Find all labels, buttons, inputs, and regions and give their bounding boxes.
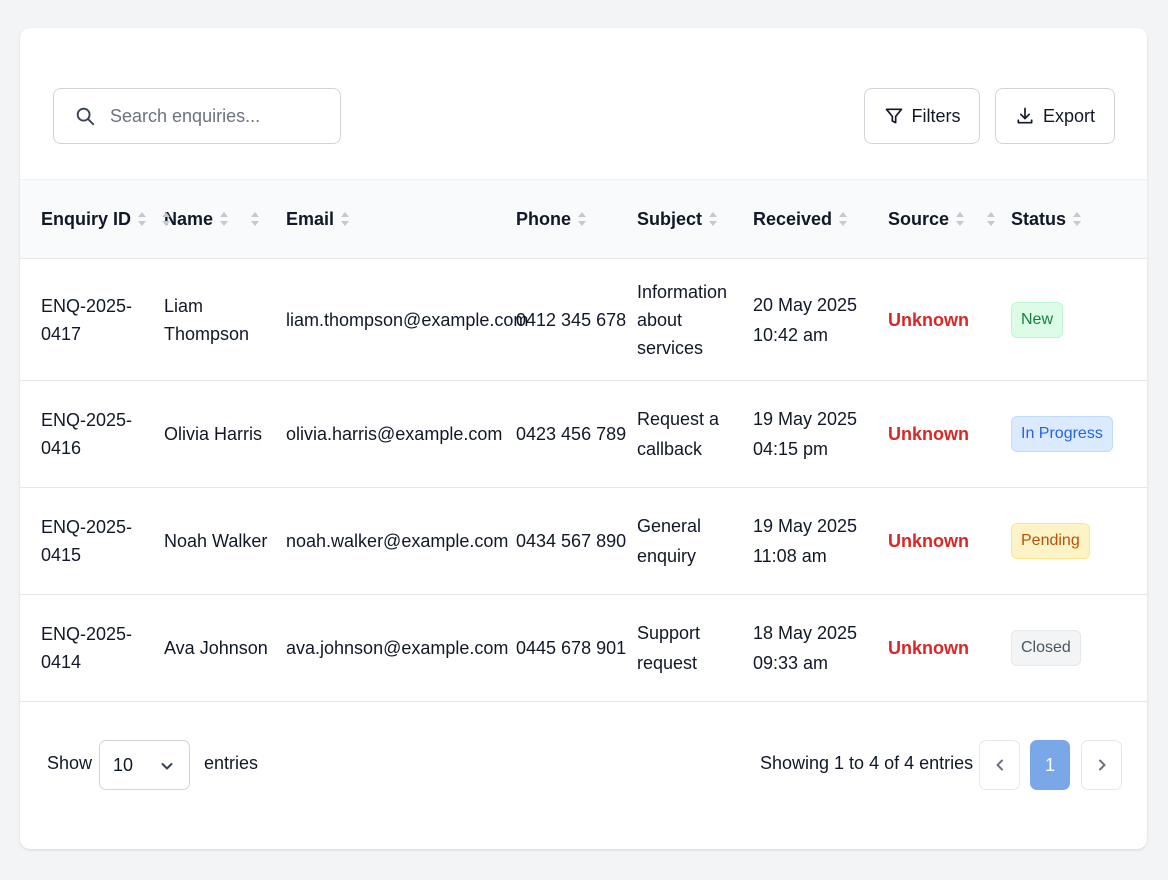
column-header-subject[interactable]: Subject: [637, 180, 753, 259]
cell-source: Unknown: [888, 424, 969, 444]
cell-enquiry-id: ENQ-2025-0417: [41, 295, 133, 344]
status-badge: In Progress: [1011, 416, 1113, 452]
cell-subject: Request a callback: [637, 409, 720, 459]
next-page-button[interactable]: [1081, 740, 1122, 790]
cell-status: Pending: [1011, 488, 1147, 595]
cell-enquiry-id: ENQ-2025-0415: [41, 517, 133, 565]
cell-received: 20 May 2025 10:42 am: [753, 294, 858, 345]
cell-phone: 0412 345 678: [516, 309, 627, 330]
show-label: Show: [47, 753, 93, 773]
filters-button[interactable]: Filters: [864, 88, 980, 144]
cell-name: Liam Thompson: [164, 295, 250, 344]
table-row[interactable]: ENQ-2025-0417 Liam Thompson liam.thompso…: [20, 259, 1147, 381]
cell-phone: 0445 678 901: [516, 638, 627, 658]
showing-entries-text: Showing 1 to 4 of 4 entries: [760, 753, 974, 773]
sort-icon[interactable]: [709, 212, 718, 226]
status-badge: New: [1011, 301, 1064, 338]
cell-received: 18 May 2025 09:33 am: [753, 623, 858, 673]
cell-received: 19 May 2025 11:08 am: [753, 516, 858, 566]
table-row[interactable]: ENQ-2025-0414 Ava Johnson ava.johnson@ex…: [20, 595, 1147, 702]
cell-email: liam.thompson@example.com: [286, 309, 529, 330]
cell-enquiry-id: ENQ-2025-0414: [41, 624, 133, 672]
cell-status: Closed: [1011, 595, 1147, 702]
status-badge: Closed: [1011, 630, 1081, 666]
cell-source: Unknown: [888, 638, 969, 658]
filters-label: Filters: [911, 105, 961, 126]
cell-received: 19 May 2025 04:15 pm: [753, 409, 858, 459]
cell-email: olivia.harris@example.com: [286, 424, 503, 444]
export-button[interactable]: Export: [995, 88, 1115, 144]
cell-subject: Support request: [637, 623, 701, 673]
sort-icon[interactable]: [839, 212, 848, 226]
table-row[interactable]: ENQ-2025-0415 Noah Walker noah.walker@ex…: [20, 488, 1147, 595]
cell-enquiry-id: ENQ-2025-0416: [41, 410, 133, 458]
entries-label: entries: [204, 753, 259, 773]
cell-source: Unknown: [888, 531, 969, 551]
sort-icon[interactable]: [251, 212, 260, 226]
cell-name: Noah Walker: [164, 531, 268, 551]
column-header-enquiry-id[interactable]: Enquiry ID: [20, 180, 170, 259]
table-header-row: Enquiry ID Name Email Phone Subject Rece…: [20, 179, 1147, 259]
export-label: Export: [1042, 105, 1096, 126]
cell-subject: Information about services: [637, 281, 728, 358]
column-header-name[interactable]: Name: [164, 180, 286, 259]
enquiries-card: Filters Export Enquiry ID Name Email Pho…: [20, 28, 1147, 849]
filter-icon: [885, 108, 902, 124]
column-header-email[interactable]: Email: [286, 180, 516, 259]
status-badge: Pending: [1011, 523, 1090, 559]
download-icon: [1017, 107, 1033, 124]
cell-subject: General enquiry: [637, 516, 702, 566]
cell-status: In Progress: [1011, 381, 1147, 488]
sort-icon[interactable]: [1073, 212, 1082, 226]
enquiries-table: Enquiry ID Name Email Phone Subject Rece…: [20, 179, 1147, 702]
search-icon: [76, 107, 95, 126]
chevron-left-icon: [996, 759, 1003, 771]
cell-source: Unknown: [888, 309, 969, 330]
sort-icon[interactable]: [220, 212, 229, 226]
column-header-source[interactable]: Source: [888, 180, 1011, 259]
sort-icon[interactable]: [138, 212, 146, 226]
table-row[interactable]: ENQ-2025-0416 Olivia Harris olivia.harri…: [20, 381, 1147, 488]
cell-phone: 0423 456 789: [516, 424, 627, 444]
sort-icon[interactable]: [578, 212, 587, 226]
toolbar: Filters Export: [20, 28, 1147, 179]
cell-email: noah.walker@example.com: [286, 531, 509, 551]
sort-icon[interactable]: [162, 212, 170, 226]
chevron-down-icon: [161, 763, 173, 770]
cell-email: ava.johnson@example.com: [286, 638, 509, 658]
cell-status: New: [1011, 259, 1147, 381]
previous-page-button[interactable]: [979, 740, 1020, 790]
sort-icon[interactable]: [341, 212, 350, 226]
cell-name: Olivia Harris: [164, 424, 263, 444]
column-header-status[interactable]: Status: [1011, 180, 1147, 259]
page-size-select[interactable]: 10: [99, 740, 190, 790]
search-box[interactable]: [53, 88, 341, 144]
cell-phone: 0434 567 890: [516, 531, 627, 551]
search-input[interactable]: [110, 105, 330, 127]
page-button-current[interactable]: 1: [1030, 740, 1070, 790]
column-header-phone[interactable]: Phone: [516, 180, 637, 259]
sort-icon[interactable]: [956, 212, 965, 226]
cell-name: Ava Johnson: [164, 638, 268, 658]
column-header-received[interactable]: Received: [753, 180, 888, 259]
sort-icon[interactable]: [987, 212, 996, 226]
chevron-right-icon: [1098, 759, 1105, 771]
page-size-value: 10: [113, 754, 134, 775]
